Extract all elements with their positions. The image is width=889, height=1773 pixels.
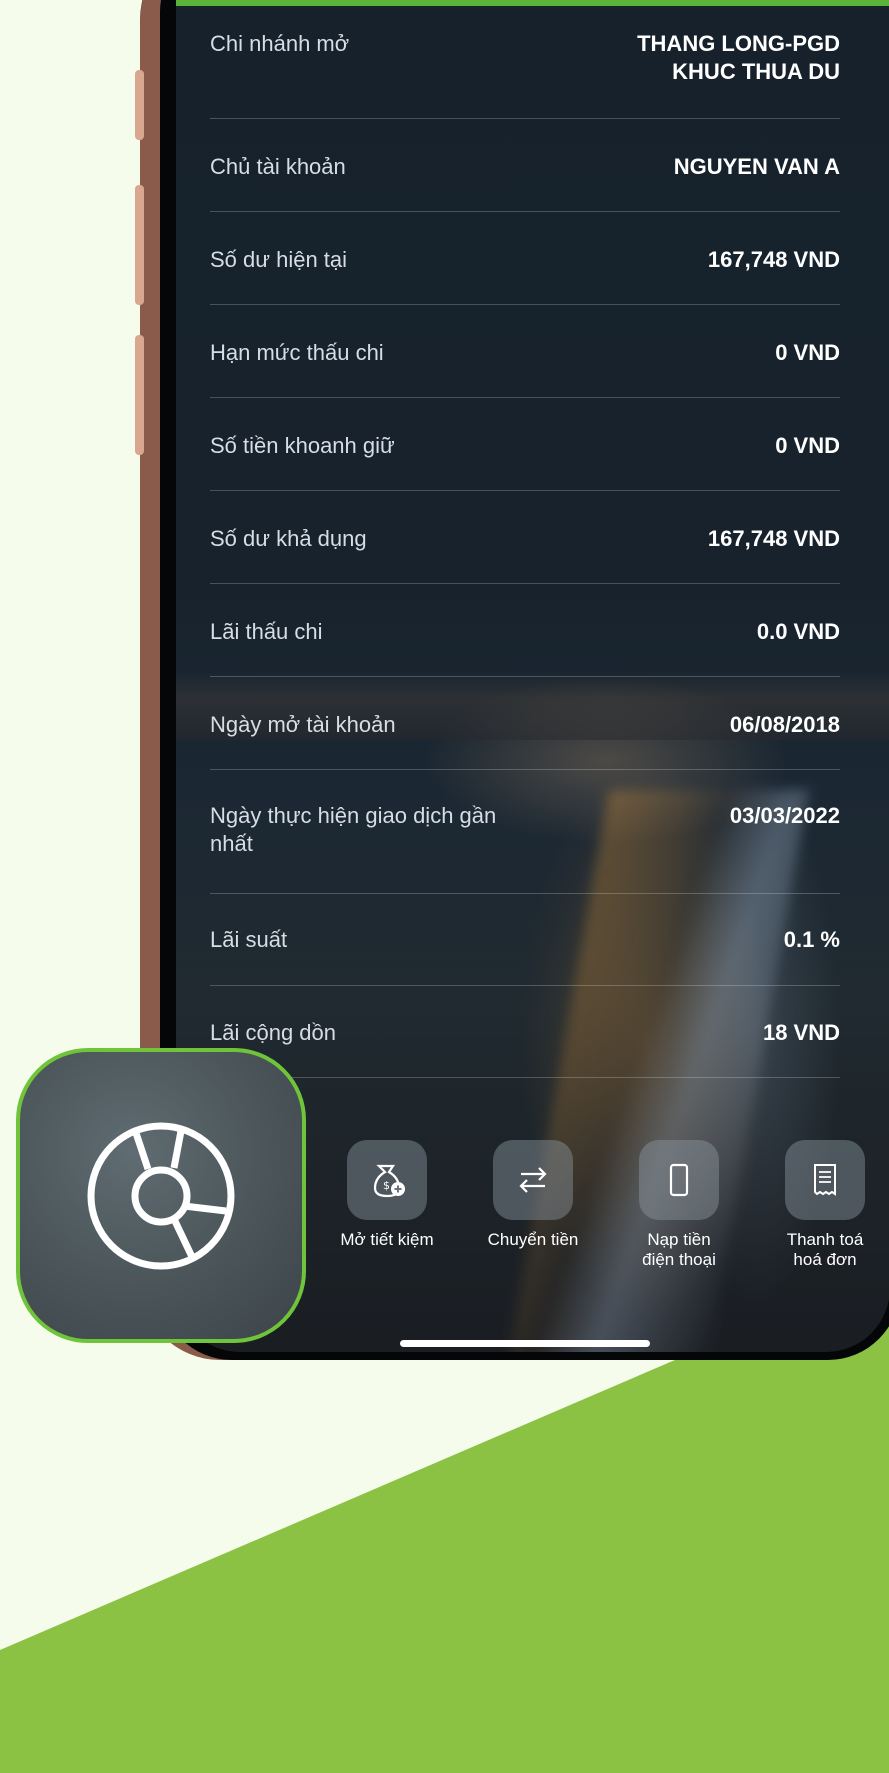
detail-value: 0 VND xyxy=(775,433,840,458)
detail-value: 0 VND xyxy=(775,340,840,365)
detail-value: 167,748 VND xyxy=(707,526,840,551)
transfer-arrows-icon xyxy=(493,1140,573,1220)
action-label: Nạp tiền điện thoại xyxy=(642,1230,716,1269)
phone-side-button xyxy=(135,70,144,140)
money-bag-plus-icon: $ xyxy=(347,1140,427,1220)
action-label: Mở tiết kiệm xyxy=(340,1230,434,1249)
svg-text:$: $ xyxy=(383,1179,390,1192)
detail-label: Lãi suất xyxy=(210,927,288,952)
row-divider xyxy=(210,676,840,677)
detail-label: Số tiền khoanh giữ xyxy=(210,433,395,458)
detail-value: 03/03/2022 xyxy=(729,803,840,828)
detail-label: Chủ tài khoản xyxy=(210,154,346,179)
pie-chart-badge xyxy=(16,1048,306,1343)
phone-side-button xyxy=(135,185,144,305)
action-label: Chuyển tiền xyxy=(487,1230,579,1249)
action-phone-topup[interactable]: Nạp tiền điện thoại xyxy=(619,1140,739,1270)
detail-value: 18 VND xyxy=(762,1020,840,1045)
row-divider xyxy=(210,490,840,491)
row-divider xyxy=(210,893,840,894)
row-divider xyxy=(210,397,840,398)
top-accent-bar xyxy=(176,0,889,6)
detail-value: 167,748 VND xyxy=(707,247,840,272)
phone-side-button xyxy=(135,335,144,455)
detail-label: Lãi cộng dồn xyxy=(210,1020,336,1045)
detail-label: Số dư khả dụng xyxy=(210,526,367,551)
detail-label: Hạn mức thấu chi xyxy=(210,340,384,365)
row-divider xyxy=(210,211,840,212)
row-divider xyxy=(210,769,840,770)
detail-value: 0.1 % xyxy=(783,927,840,952)
row-divider xyxy=(210,1077,840,1078)
detail-value: NGUYEN VAN A xyxy=(673,154,840,179)
row-divider xyxy=(210,583,840,584)
home-indicator[interactable] xyxy=(400,1340,650,1347)
action-label: Thanh toá hoá đơn xyxy=(786,1230,864,1269)
action-bill-payment[interactable]: Thanh toá hoá đơn xyxy=(765,1140,885,1270)
receipt-icon xyxy=(785,1140,865,1220)
detail-label: Số dư hiện tại xyxy=(210,247,348,272)
row-divider xyxy=(210,304,840,305)
phone-icon xyxy=(639,1140,719,1220)
action-open-savings[interactable]: $ Mở tiết kiệm xyxy=(327,1140,447,1250)
detail-value: 06/08/2018 xyxy=(729,712,840,737)
detail-label: Lãi thấu chi xyxy=(210,619,323,644)
row-divider xyxy=(210,985,840,986)
action-transfer[interactable]: Chuyển tiền xyxy=(473,1140,593,1250)
detail-label: Ngày mở tài khoản xyxy=(210,712,396,737)
detail-value: THANG LONG-PGD KHUC THUA DU xyxy=(637,31,840,84)
detail-label: Chi nhánh mở xyxy=(210,31,350,56)
detail-label: Ngày thực hiện giao dịch gần nhất xyxy=(210,803,497,856)
row-divider xyxy=(210,118,840,119)
pie-chart-icon xyxy=(87,1122,235,1269)
detail-value: 0.0 VND xyxy=(756,619,840,644)
